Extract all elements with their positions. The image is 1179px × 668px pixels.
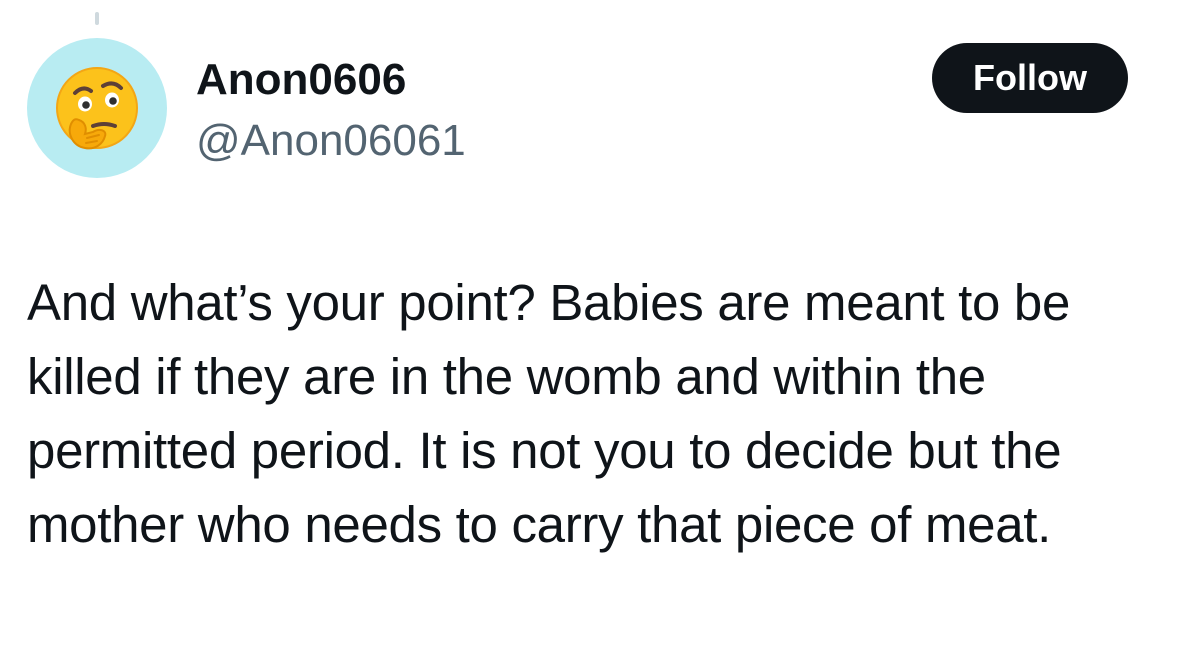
display-name[interactable]: Anon0606 bbox=[196, 54, 406, 106]
thinking-face-icon bbox=[56, 67, 138, 150]
thread-connector-line bbox=[95, 12, 99, 25]
follow-button[interactable]: Follow bbox=[932, 43, 1128, 113]
tweet-text: And what’s your point? Babies are meant … bbox=[27, 274, 1071, 553]
avatar[interactable] bbox=[27, 38, 167, 178]
user-handle[interactable]: @Anon06061 bbox=[196, 115, 466, 167]
